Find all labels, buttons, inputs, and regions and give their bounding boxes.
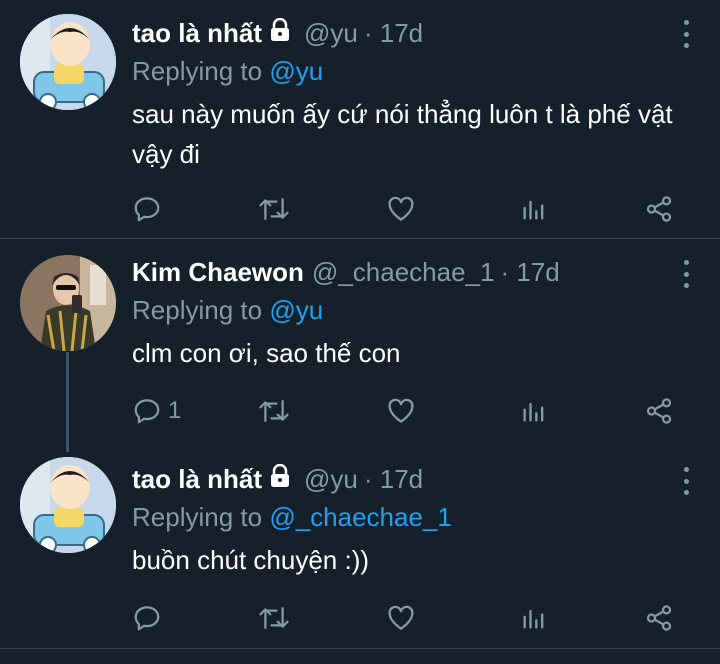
like-button[interactable] xyxy=(386,394,416,428)
more-icon[interactable] xyxy=(682,467,690,495)
retweet-button[interactable] xyxy=(258,192,290,226)
replying-to-link[interactable]: @_chaechae_1 xyxy=(269,502,452,532)
reply-count: 1 xyxy=(168,397,182,424)
like-icon xyxy=(388,398,414,423)
tweet[interactable]: tao là nhất @yu · 17d Replying to @yu sa… xyxy=(0,0,720,238)
username-handle[interactable]: @yu xyxy=(304,464,358,495)
replying-to-link[interactable]: @yu xyxy=(269,56,323,86)
share-icon xyxy=(646,196,672,222)
replying-to: Replying to @yu xyxy=(132,52,720,90)
share-button[interactable] xyxy=(644,394,674,428)
avatar-photo-image xyxy=(20,255,116,351)
analytics-icon xyxy=(523,200,544,220)
tweet-header: tao là nhất @yu · 17d xyxy=(132,17,720,52)
reply-icon xyxy=(134,197,160,222)
like-button[interactable] xyxy=(386,601,416,635)
display-name[interactable]: tao là nhất xyxy=(132,464,262,495)
display-name[interactable]: tao là nhất xyxy=(132,18,262,49)
reply-icon xyxy=(134,399,160,424)
analytics-icon xyxy=(523,402,544,422)
username-handle[interactable]: @_chaechae_1 xyxy=(312,257,495,288)
reply-button[interactable] xyxy=(132,192,168,226)
retweet-icon xyxy=(259,607,289,629)
username-handle[interactable]: @yu xyxy=(304,18,358,49)
analytics-button[interactable] xyxy=(520,601,548,635)
share-button[interactable] xyxy=(644,601,674,635)
share-icon xyxy=(646,605,672,631)
tweet-actions xyxy=(132,601,692,635)
timestamp: · 17d xyxy=(500,257,560,287)
tweet-text: buồn chút chuyện :)) xyxy=(132,545,370,575)
tweet-text: clm con ơi, sao thế con xyxy=(132,338,401,368)
lock-icon xyxy=(268,463,292,495)
avatar-cartoon-image xyxy=(20,14,116,110)
display-name[interactable]: Kim Chaewon xyxy=(132,257,304,288)
more-icon[interactable] xyxy=(682,260,690,288)
retweet-icon xyxy=(259,400,289,422)
timestamp: · 17d xyxy=(363,464,424,494)
share-icon xyxy=(646,398,672,424)
replying-to: Replying to @_chaechae_1 xyxy=(132,498,720,536)
retweet-icon xyxy=(259,198,289,220)
avatar[interactable] xyxy=(20,457,116,553)
tweet-actions xyxy=(132,192,692,226)
replying-prefix: Replying to xyxy=(132,295,263,325)
replying-to: Replying to @yu xyxy=(132,291,720,329)
share-button[interactable] xyxy=(644,192,674,226)
replying-to-link[interactable]: @yu xyxy=(269,295,323,325)
reply-button[interactable] xyxy=(132,601,168,635)
tweet-header: Kim Chaewon @_chaechae_1 · 17d xyxy=(132,257,720,291)
like-icon xyxy=(388,196,414,221)
reply-icon xyxy=(134,606,160,631)
retweet-button[interactable] xyxy=(258,601,290,635)
more-icon[interactable] xyxy=(682,20,690,48)
analytics-button[interactable] xyxy=(520,394,548,428)
avatar[interactable] xyxy=(20,255,116,351)
timestamp: · 17d xyxy=(363,18,424,48)
tweet[interactable]: tao là nhất @yu · 17d Replying to @_chae… xyxy=(0,451,720,647)
replying-prefix: Replying to xyxy=(132,502,263,532)
analytics-icon xyxy=(523,609,544,629)
tweet-header: tao là nhất @yu · 17d xyxy=(132,463,720,498)
tweet[interactable]: Kim Chaewon @_chaechae_1 · 17d Replying … xyxy=(0,239,720,451)
avatar-cartoon-image xyxy=(20,457,116,553)
tweet-divider xyxy=(0,648,720,649)
like-button[interactable] xyxy=(386,192,416,226)
lock-icon xyxy=(268,17,292,49)
tweet-actions: 1 xyxy=(132,394,692,428)
reply-button[interactable]: 1 xyxy=(132,394,181,428)
tweet-text: sau này muốn ấy cứ nói thẳng luôn t là p… xyxy=(132,99,673,169)
retweet-button[interactable] xyxy=(258,394,290,428)
avatar[interactable] xyxy=(20,14,116,110)
replying-prefix: Replying to xyxy=(132,56,263,86)
analytics-button[interactable] xyxy=(520,192,548,226)
like-icon xyxy=(388,605,414,630)
